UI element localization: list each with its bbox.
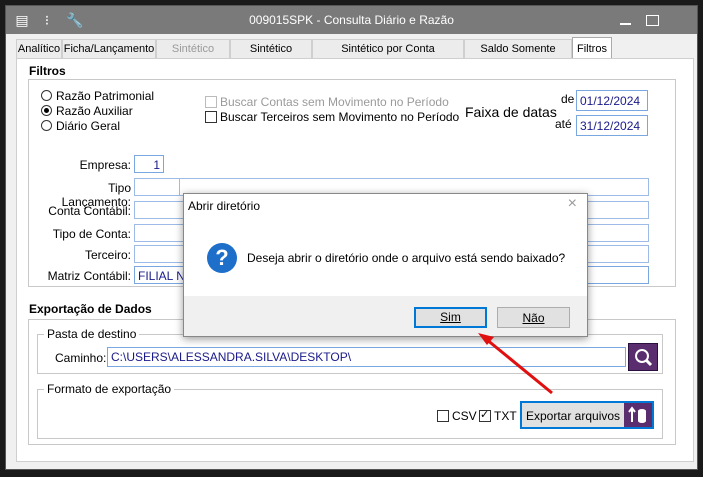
annotation-arrow — [478, 333, 553, 395]
